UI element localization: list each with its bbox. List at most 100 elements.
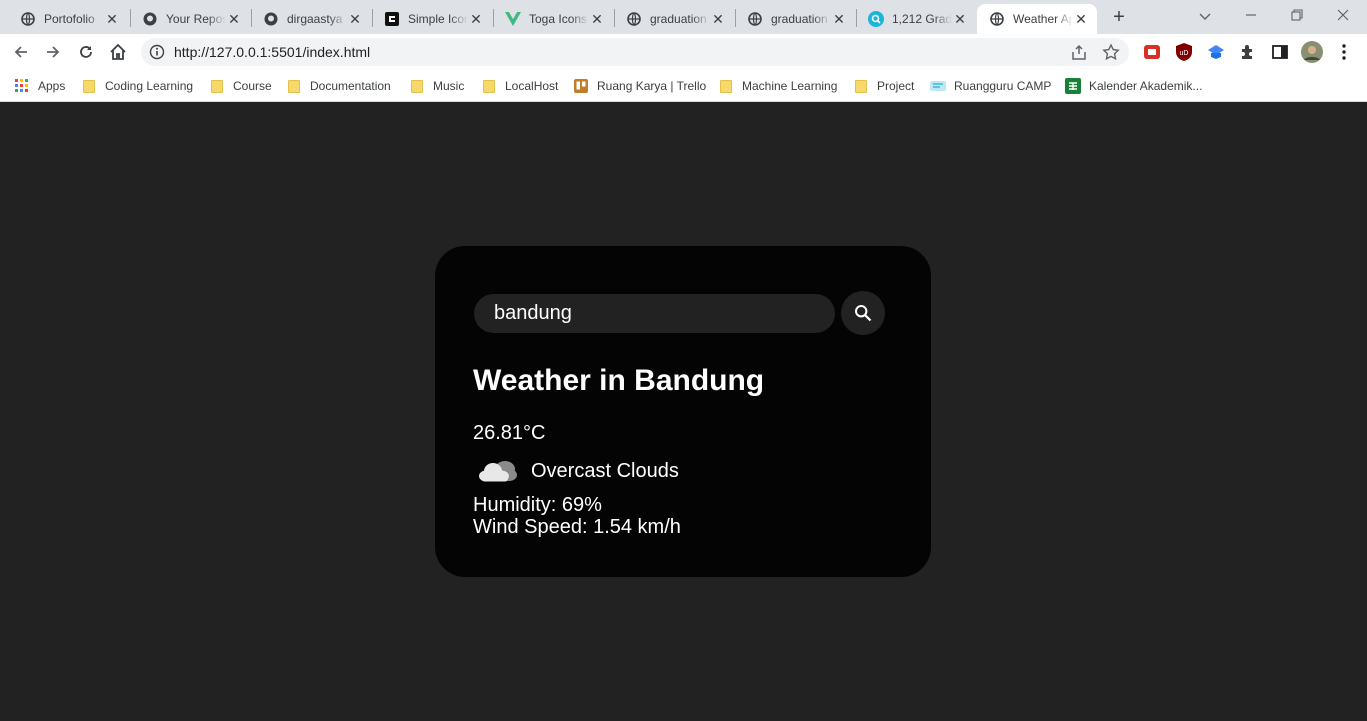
bookmark-folder[interactable]: Music — [409, 76, 464, 96]
close-window-icon[interactable] — [1331, 4, 1355, 28]
tab-title: 1,212 Graduation — [892, 12, 952, 26]
tab[interactable]: Simple Icons ✕ — [372, 4, 492, 34]
bookmark-kalender[interactable]: Kalender Akademik... — [1065, 76, 1202, 96]
tab[interactable]: Your Repositories ✕ — [130, 4, 250, 34]
minimize-icon[interactable] — [1239, 4, 1263, 28]
vue-icon — [505, 11, 521, 27]
close-icon[interactable]: ✕ — [226, 11, 242, 28]
restore-icon[interactable] — [1285, 4, 1309, 28]
graduation-extension-icon[interactable] — [1207, 43, 1225, 61]
close-icon[interactable]: ✕ — [347, 11, 363, 28]
close-icon[interactable]: ✕ — [1073, 11, 1089, 28]
extension-icon[interactable] — [1143, 43, 1161, 61]
tab-search-icon[interactable] — [1193, 4, 1217, 28]
menu-kebab-icon[interactable] — [1335, 43, 1353, 61]
address-bar[interactable]: http://127.0.0.1:5501/index.html — [141, 38, 1129, 66]
bookmark-label: Coding Learning — [105, 79, 194, 93]
profile-avatar[interactable] — [1301, 41, 1323, 63]
bookmark-label: Course — [233, 79, 272, 93]
folder-icon — [81, 78, 97, 94]
folder-icon — [409, 78, 425, 94]
ublock-icon[interactable]: uD — [1175, 43, 1193, 61]
tab-title: Your Repositories — [166, 12, 226, 26]
tab-strip: Portofolio ✕ Your Repositories ✕ dirgaas… — [0, 0, 1367, 34]
tab-active[interactable]: Weather App ✕ — [977, 4, 1097, 34]
tab[interactable]: Toga Icons ✕ — [493, 4, 613, 34]
new-tab-button[interactable]: + — [1108, 6, 1130, 28]
back-icon[interactable] — [9, 40, 33, 64]
close-icon[interactable]: ✕ — [952, 11, 968, 28]
bookmark-folder[interactable]: Documentation — [286, 76, 391, 96]
sheets-icon — [1065, 78, 1081, 94]
weather-card: Weather in Bandung 26.81°C Overcast Clou… — [435, 246, 931, 577]
city-search-input[interactable] — [474, 294, 835, 333]
tab-title: Toga Icons — [529, 12, 588, 26]
humidity: Humidity: 69% — [473, 494, 602, 516]
site-info-icon[interactable] — [149, 44, 165, 60]
simple-icons-icon — [384, 11, 400, 27]
bookmark-star-icon[interactable] — [1102, 43, 1120, 61]
side-panel-icon[interactable] — [1271, 43, 1289, 61]
bookmark-label: Ruangguru CAMP — [954, 79, 1052, 93]
city-heading: Weather in Bandung — [473, 364, 765, 397]
trello-icon — [573, 78, 589, 94]
bookmark-label: Music — [433, 79, 465, 93]
bookmark-label: LocalHost — [505, 79, 559, 93]
tab[interactable]: dirgaastya ✕ — [251, 4, 371, 34]
bookmark-label: Apps — [38, 79, 66, 93]
tab[interactable]: graduation ✕ — [614, 4, 734, 34]
extensions-puzzle-icon[interactable] — [1239, 43, 1257, 61]
weather-condition: Overcast Clouds — [473, 456, 679, 486]
tab-title: graduation — [650, 12, 707, 26]
bookmark-ruangguru[interactable]: Ruangguru CAMP — [930, 76, 1051, 96]
search-button[interactable] — [841, 291, 885, 335]
search-icon — [854, 304, 872, 322]
bookmark-folder[interactable]: Project — [853, 76, 914, 96]
apps-grid-icon — [14, 78, 30, 94]
tab-title: dirgaastya — [287, 12, 343, 26]
bookmark-folder[interactable]: Machine Learning — [718, 76, 837, 96]
close-icon[interactable]: ✕ — [468, 11, 484, 28]
folder-icon — [286, 78, 302, 94]
globe-icon — [626, 11, 642, 27]
home-icon[interactable] — [106, 40, 130, 64]
bookmark-folder[interactable]: Coding Learning — [81, 76, 193, 96]
bookmark-label: Ruang Karya | Trello — [597, 79, 707, 93]
globe-icon — [989, 11, 1005, 27]
cloud-icon — [473, 456, 523, 486]
tab-title: graduation — [771, 12, 828, 26]
reload-icon[interactable] — [74, 40, 98, 64]
tab[interactable]: 1,212 Graduation ✕ — [856, 4, 976, 34]
ruangguru-icon — [930, 78, 946, 94]
weather-description: Overcast Clouds — [531, 459, 679, 482]
bookmarks-bar: Apps Coding Learning Course Documentatio… — [0, 70, 1367, 102]
bookmark-apps[interactable]: Apps — [14, 76, 65, 96]
bookmark-folder[interactable]: LocalHost — [481, 76, 558, 96]
folder-icon — [481, 78, 497, 94]
bookmark-folder[interactable]: Course — [209, 76, 272, 96]
bookmark-label: Kalender Akademik... — [1089, 79, 1203, 93]
search-site-icon — [868, 11, 884, 27]
wind-speed: Wind Speed: 1.54 km/h — [473, 516, 681, 538]
tab[interactable]: Portofolio ✕ — [8, 4, 128, 34]
close-icon[interactable]: ✕ — [104, 11, 120, 28]
tab-title: Portofolio — [44, 12, 95, 26]
forward-icon[interactable] — [41, 40, 65, 64]
browser-toolbar: http://127.0.0.1:5501/index.html uD — [0, 34, 1367, 70]
bookmark-label: Machine Learning — [742, 79, 838, 93]
globe-icon — [747, 11, 763, 27]
tab-title: Simple Icons — [408, 12, 468, 26]
bookmark-label: Documentation — [310, 79, 391, 93]
close-icon[interactable]: ✕ — [589, 11, 605, 28]
folder-icon — [718, 78, 734, 94]
temperature: 26.81°C — [473, 422, 546, 444]
url-text: http://127.0.0.1:5501/index.html — [174, 44, 371, 60]
tab[interactable]: graduation ✕ — [735, 4, 855, 34]
svg-text:uD: uD — [1180, 50, 1189, 57]
folder-icon — [209, 78, 225, 94]
share-icon[interactable] — [1070, 43, 1088, 61]
globe-icon — [20, 11, 36, 27]
close-icon[interactable]: ✕ — [831, 11, 847, 28]
bookmark-trello[interactable]: Ruang Karya | Trello — [573, 76, 706, 96]
close-icon[interactable]: ✕ — [710, 11, 726, 28]
